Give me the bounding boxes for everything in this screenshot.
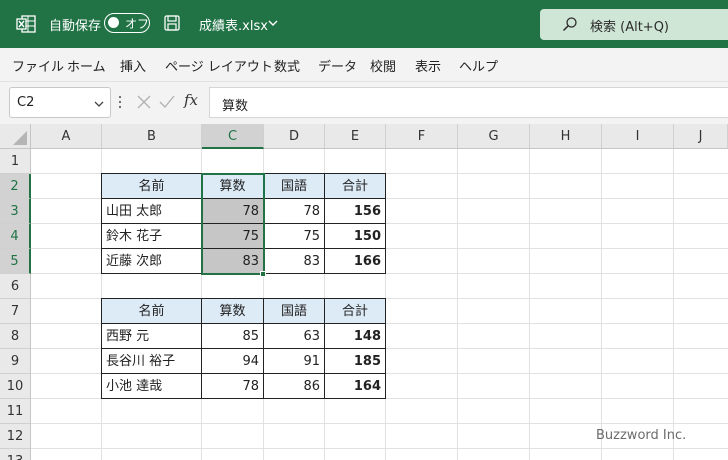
formula-input[interactable]: 算数: [209, 87, 728, 118]
column-header-d[interactable]: D: [264, 124, 325, 149]
insert-function-button[interactable]: fx: [184, 91, 198, 109]
toggle-knob: [108, 17, 119, 28]
autosave-label: 自動保存: [49, 19, 102, 34]
search-icon: [562, 17, 577, 32]
column-header-b[interactable]: B: [102, 124, 202, 149]
menu-file[interactable]: ファイル: [12, 56, 64, 75]
row-header-4[interactable]: 4: [0, 224, 31, 249]
table1-header-total[interactable]: 合計: [324, 173, 386, 199]
row-header-12[interactable]: 12: [0, 424, 31, 449]
table2-header-math[interactable]: 算数: [201, 298, 264, 324]
fill-handle[interactable]: [260, 271, 266, 277]
table2-cell-japanese[interactable]: 63: [263, 323, 325, 349]
select-all-corner[interactable]: [0, 124, 31, 149]
table1-cell-japanese[interactable]: 75: [263, 223, 325, 249]
menu-page-layout[interactable]: ページ レイアウト: [165, 56, 273, 75]
column-header-g[interactable]: G: [458, 124, 530, 149]
save-icon[interactable]: [164, 15, 180, 31]
cancel-icon[interactable]: [136, 94, 152, 110]
column-header-c[interactable]: C: [202, 124, 264, 149]
title-bar: 自動保存 オフ 成績表.xlsx 検索 (Alt+Q): [0, 0, 728, 48]
file-name[interactable]: 成績表.xlsx: [199, 15, 268, 34]
table2-header-name[interactable]: 名前: [101, 298, 202, 324]
column-header-f[interactable]: F: [386, 124, 458, 149]
table2-cell-name[interactable]: 長谷川 裕子: [101, 348, 202, 374]
menu-help[interactable]: ヘルプ: [459, 56, 498, 75]
column-header-h[interactable]: H: [530, 124, 602, 149]
table1-header-math[interactable]: 算数: [201, 173, 264, 199]
menu-data[interactable]: データ: [318, 56, 357, 75]
name-box-value: C2: [17, 95, 35, 110]
table2-header-total[interactable]: 合計: [324, 298, 386, 324]
table2-cell-total[interactable]: 164: [324, 373, 386, 399]
gridline: [457, 149, 458, 460]
row-header-6[interactable]: 6: [0, 274, 31, 299]
gridline: [31, 448, 728, 449]
table1-cell-math[interactable]: 83: [201, 248, 264, 274]
gridline: [31, 423, 728, 424]
row-header-3[interactable]: 3: [0, 199, 31, 224]
table2-cell-total[interactable]: 185: [324, 348, 386, 374]
table2-cell-japanese[interactable]: 86: [263, 373, 325, 399]
table2-cell-name[interactable]: 西野 元: [101, 323, 202, 349]
table1-cell-total[interactable]: 166: [324, 248, 386, 274]
watermark: Buzzword Inc.: [596, 428, 687, 443]
table2-cell-math[interactable]: 78: [201, 373, 264, 399]
table2-cell-total[interactable]: 148: [324, 323, 386, 349]
more-options-icon[interactable]: [118, 94, 122, 110]
row-header-5[interactable]: 5: [0, 249, 31, 274]
table2-header-japanese[interactable]: 国語: [263, 298, 325, 324]
row-header-10[interactable]: 10: [0, 374, 31, 399]
table2-cell-name[interactable]: 小池 達哉: [101, 373, 202, 399]
row-header-9[interactable]: 9: [0, 349, 31, 374]
table1-cell-japanese[interactable]: 78: [263, 198, 325, 224]
autosave-state: オフ: [125, 17, 150, 31]
menu-insert[interactable]: 挿入: [120, 56, 146, 75]
gridline: [601, 149, 602, 460]
row-header-1[interactable]: 1: [0, 149, 31, 174]
table1-cell-name[interactable]: 山田 太郎: [101, 198, 202, 224]
chevron-down-icon[interactable]: [268, 19, 278, 27]
menu-formulas[interactable]: 数式: [274, 56, 300, 75]
menu-review[interactable]: 校閲: [370, 56, 396, 75]
table1-cell-total[interactable]: 156: [324, 198, 386, 224]
ribbon-menu-bar: ファイル ホーム 挿入 ページ レイアウト 数式 データ 校閲 表示 ヘルプ: [0, 48, 728, 82]
excel-app-icon: [16, 15, 36, 33]
column-header-i[interactable]: I: [602, 124, 674, 149]
row-header-7[interactable]: 7: [0, 299, 31, 324]
row-header-13[interactable]: 13: [0, 449, 31, 460]
table1-header-japanese[interactable]: 国語: [263, 173, 325, 199]
table1-cell-name[interactable]: 鈴木 花子: [101, 223, 202, 249]
formula-content: 算数: [222, 99, 249, 114]
select-all-triangle: [13, 131, 27, 145]
check-icon[interactable]: [158, 94, 176, 110]
menu-view[interactable]: 表示: [415, 56, 441, 75]
column-header-e[interactable]: E: [325, 124, 386, 149]
table2-cell-japanese[interactable]: 91: [263, 348, 325, 374]
autosave-toggle[interactable]: オフ: [104, 13, 150, 33]
search-placeholder: 検索 (Alt+Q): [590, 20, 670, 35]
table1-cell-math[interactable]: 75: [201, 223, 264, 249]
gridline: [529, 149, 530, 460]
table1-cell-math[interactable]: 78: [201, 198, 264, 224]
gridline: [673, 149, 674, 460]
search-box[interactable]: 検索 (Alt+Q): [540, 9, 728, 40]
table2-cell-math[interactable]: 85: [201, 323, 264, 349]
row-header-11[interactable]: 11: [0, 399, 31, 424]
worksheet-grid[interactable]: A B C D E F G H I J 1 2 3 4 5 6 7 8 9 10…: [0, 124, 728, 460]
table1-cell-total[interactable]: 150: [324, 223, 386, 249]
table1-cell-name[interactable]: 近藤 次郎: [101, 248, 202, 274]
table2-cell-math[interactable]: 94: [201, 348, 264, 374]
table1-cell-japanese[interactable]: 83: [263, 248, 325, 274]
formula-bar: C2 fx 算数: [0, 82, 728, 124]
chevron-down-icon[interactable]: [94, 100, 104, 108]
name-box[interactable]: C2: [9, 87, 111, 118]
column-header-j[interactable]: J: [674, 124, 728, 149]
table1-header-name[interactable]: 名前: [101, 173, 202, 199]
column-header-a[interactable]: A: [31, 124, 102, 149]
row-header-2[interactable]: 2: [0, 174, 31, 199]
menu-home[interactable]: ホーム: [67, 56, 106, 75]
row-header-8[interactable]: 8: [0, 324, 31, 349]
